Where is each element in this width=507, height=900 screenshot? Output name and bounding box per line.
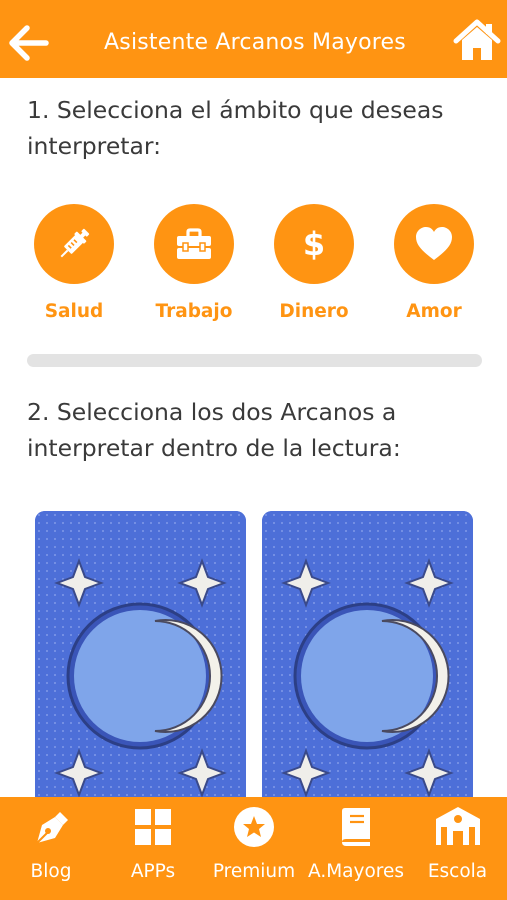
scope-label: Amor xyxy=(406,301,462,322)
tab-label: A.Mayores xyxy=(308,861,404,882)
step1-instruction: 1. Selecciona el ámbito que deseas inter… xyxy=(27,96,444,160)
home-icon[interactable] xyxy=(452,18,502,64)
pen-nib-icon xyxy=(29,805,73,853)
scope-amor-button[interactable]: Amor xyxy=(393,204,475,322)
arrow-left-icon[interactable] xyxy=(6,20,52,66)
tab-label: APPs xyxy=(130,861,176,882)
app-header: Asistente Arcanos Mayores xyxy=(0,0,507,78)
scope-label: Salud xyxy=(44,301,104,322)
dollar-icon: $ xyxy=(274,204,354,284)
tab-a-mayores[interactable]: A.Mayores xyxy=(304,797,408,900)
scope-dinero-button[interactable]: $ Dinero xyxy=(273,204,355,322)
scope-salud-button[interactable]: Salud xyxy=(33,204,115,322)
scope-label: Trabajo xyxy=(155,301,233,322)
tab-apps[interactable]: APPs xyxy=(102,797,204,900)
bottom-tab-bar: Blog APPs Premium A.Mayores Escola xyxy=(0,797,507,900)
tab-premium[interactable]: Premium xyxy=(204,797,304,900)
book-icon xyxy=(334,805,378,853)
school-icon xyxy=(432,805,484,853)
tab-label: Premium xyxy=(212,861,296,882)
heart-icon xyxy=(394,204,474,284)
section-divider xyxy=(27,354,482,367)
grid-icon xyxy=(131,805,175,853)
page-title: Asistente Arcanos Mayores xyxy=(104,30,406,55)
toolbox-icon xyxy=(154,204,234,284)
scope-trabajo-button[interactable]: Trabajo xyxy=(153,204,235,322)
step2-instruction: 2. Selecciona los dos Arcanos a interpre… xyxy=(27,398,401,462)
tab-label: Blog xyxy=(30,861,72,882)
moon-card-back xyxy=(35,511,246,811)
moon-card-back xyxy=(262,511,473,811)
tab-label: Escola xyxy=(427,861,488,882)
scope-label: Dinero xyxy=(279,301,349,322)
tab-blog[interactable]: Blog xyxy=(0,797,102,900)
arcano-card-1[interactable] xyxy=(35,511,246,811)
svg-text:$: $ xyxy=(303,225,325,263)
tab-escola[interactable]: Escola xyxy=(408,797,507,900)
arcano-card-2[interactable] xyxy=(262,511,473,811)
star-badge-icon xyxy=(232,805,276,853)
syringe-icon xyxy=(34,204,114,284)
